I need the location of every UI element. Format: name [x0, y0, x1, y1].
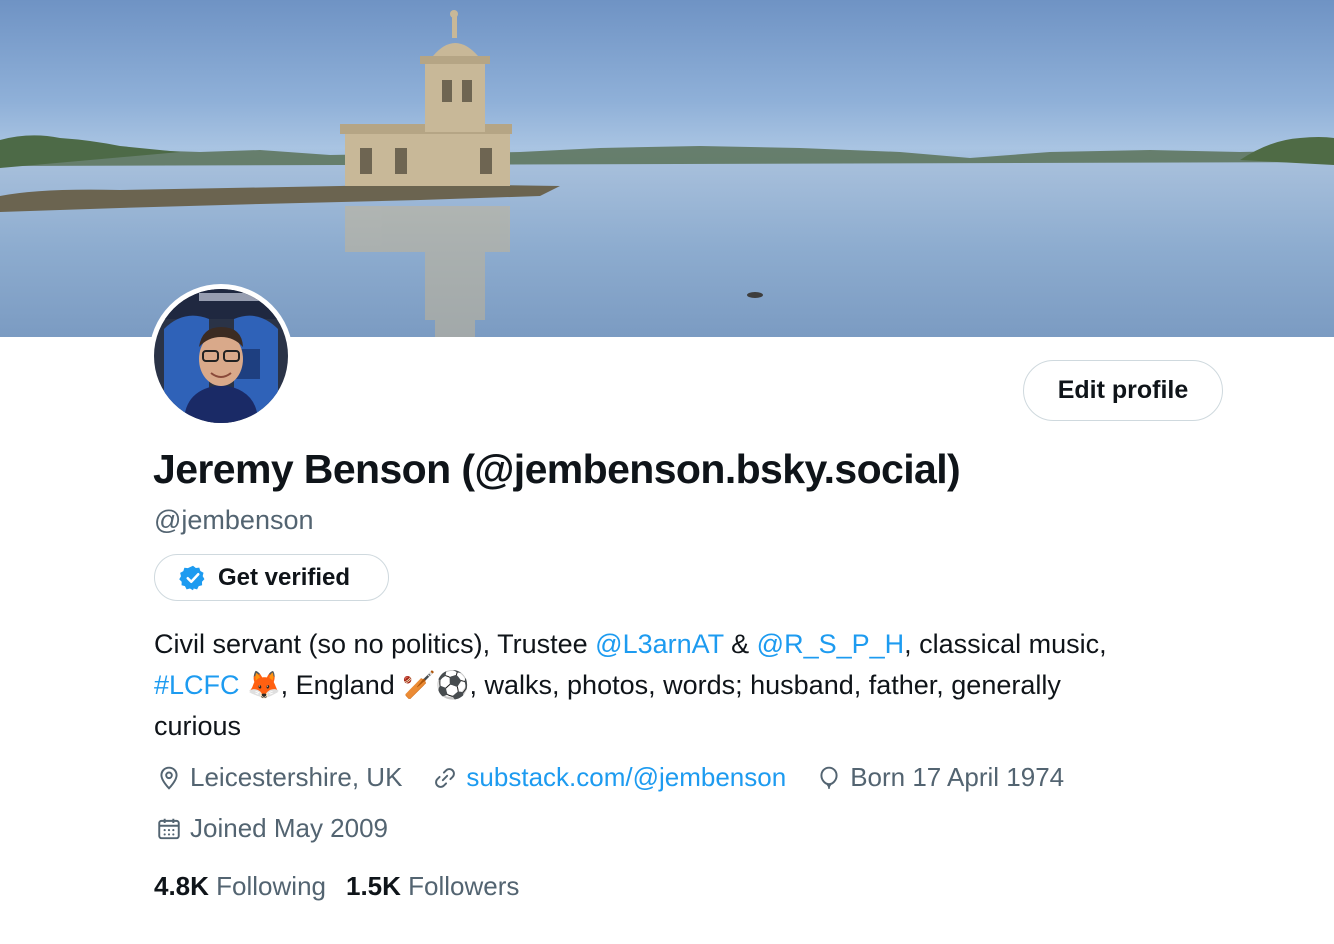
link-icon [435, 767, 456, 788]
bio-text: , classical music, [904, 629, 1107, 659]
bio-text: curious [154, 711, 242, 741]
balloon-icon [820, 766, 838, 789]
avatar-photo [154, 289, 288, 423]
get-verified-button[interactable]: Get verified [154, 554, 389, 601]
birthday-text: Born 17 April 1974 [850, 762, 1065, 792]
bio-hashtag-link[interactable]: #LCFC [154, 670, 240, 700]
football-emoji: ⚽ [435, 670, 470, 701]
bio-text: Civil servant (so no politics), Trustee [154, 629, 596, 659]
bio-text: & [723, 629, 757, 659]
followers-label: Followers [408, 871, 520, 901]
following-count: 4.8K [154, 871, 209, 901]
get-verified-label: Get verified [218, 563, 351, 591]
edit-profile-button[interactable]: Edit profile [1023, 360, 1223, 421]
profile-stats: 4.8K Following 1.5K Followers [154, 871, 539, 902]
followers-count: 1.5K [345, 871, 401, 901]
bio-text: , England [280, 670, 403, 700]
calendar-icon [158, 818, 180, 839]
profile-location: Leicestershire, UK [156, 762, 402, 793]
profile-joined: Joined May 2009 [156, 813, 388, 844]
profile-bio: Civil servant (so no politics), Trustee … [154, 624, 1194, 747]
bio-mention-link[interactable]: @R_S_P_H [757, 629, 904, 659]
following-label: Following [216, 871, 326, 901]
website-link[interactable]: substack.com/@jembenson [466, 762, 786, 793]
profile-birthday: Born 17 April 1974 [816, 762, 1064, 793]
following-link[interactable]: 4.8K Following [154, 871, 326, 902]
bio-text: , walks, photos, words; husband, father,… [469, 670, 1061, 700]
profile-website[interactable]: substack.com/@jembenson [432, 762, 786, 793]
location-pin-icon [160, 766, 178, 790]
verified-badge-icon [179, 564, 207, 592]
location-text: Leicestershire, UK [190, 762, 403, 792]
fox-emoji: 🦊 [247, 670, 281, 701]
profile-display-name: Jeremy Benson (@jembenson.bsky.social) [153, 446, 961, 492]
joined-text: Joined May 2009 [190, 813, 389, 843]
profile-meta-row: Leicestershire, UK substack.com/@jembens… [156, 762, 1094, 793]
profile-meta-row-joined: Joined May 2009 [156, 813, 418, 844]
cricket-emoji: 🏏 [402, 670, 436, 701]
profile-handle: @jembenson [154, 505, 314, 535]
bio-mention-link[interactable]: @L3arnAT [595, 629, 723, 659]
profile-page: Edit profile Jeremy Benson (@jembenson.b… [0, 0, 1334, 944]
followers-link[interactable]: 1.5K Followers [346, 871, 519, 902]
profile-avatar[interactable] [149, 284, 293, 428]
